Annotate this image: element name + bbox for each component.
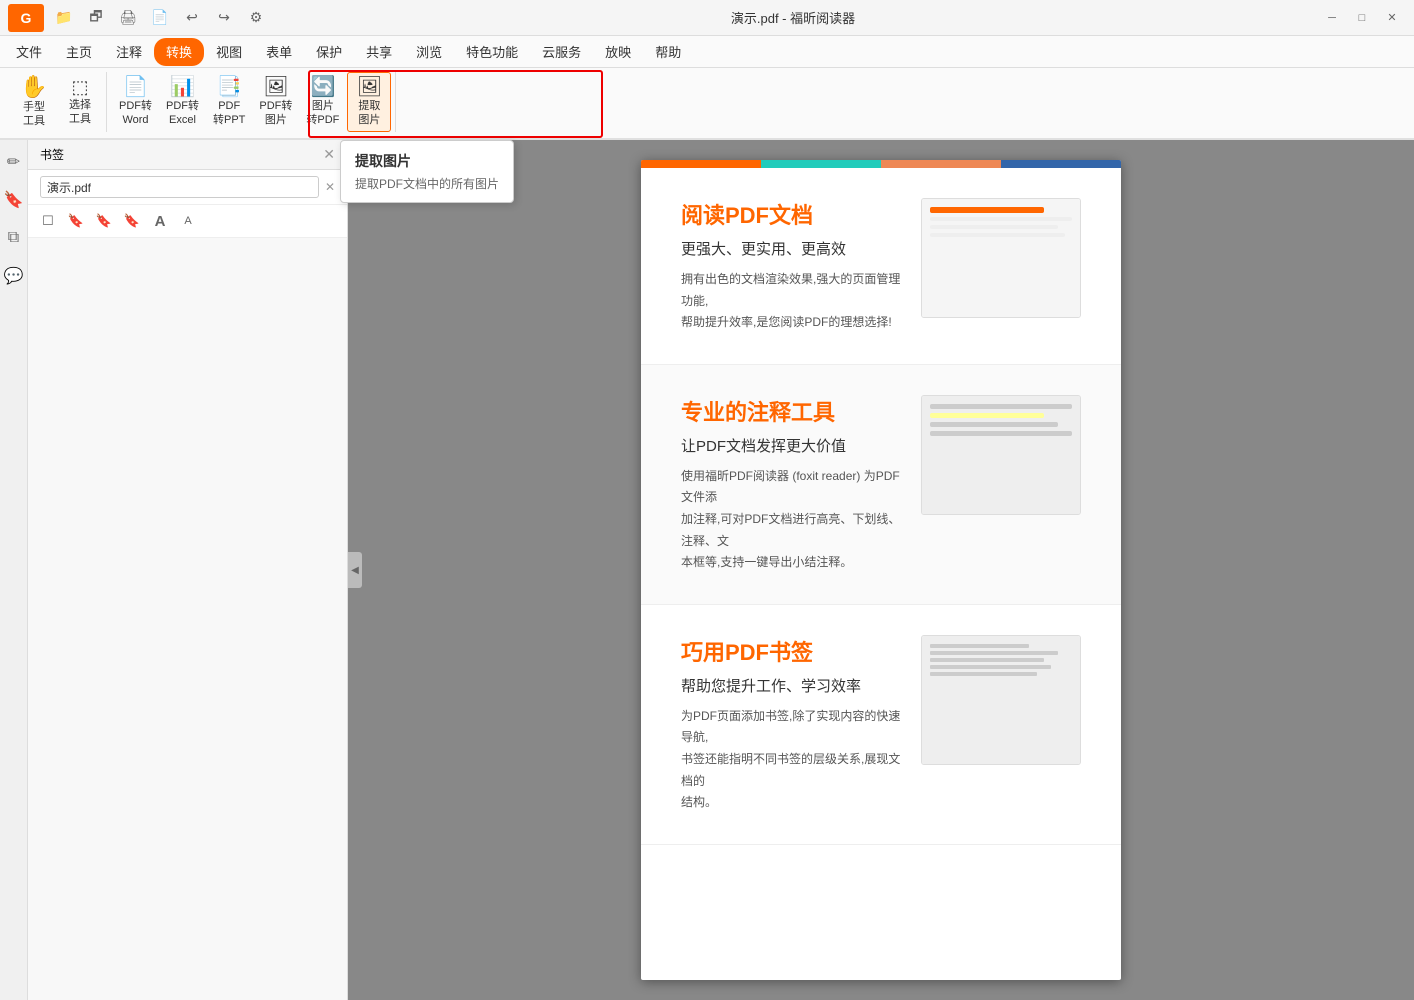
select-tool-label: 选择工具 (69, 99, 91, 125)
sidebar-close-button[interactable]: ✕ (323, 146, 335, 163)
redo-icon[interactable]: ↪ (212, 6, 236, 30)
pdf-to-image-button[interactable]: 🖼 PDF转图片 (253, 72, 298, 132)
menubar-item-表单[interactable]: 表单 (254, 38, 304, 66)
thumb-line (930, 225, 1058, 229)
pdf-preview: 阅读PDF文档 更强大、更实用、更高效 拥有出色的文档渲染效果,强大的页面管理功… (641, 160, 1121, 980)
sidebar-toolbar: ☐ 🔖 🔖 🔖 A A (28, 205, 347, 238)
pdf-word-icon: 📄 (123, 77, 148, 97)
filename-input[interactable] (40, 176, 319, 198)
sidebar-tab: 书签 ✕ (28, 140, 347, 170)
copy-icon[interactable]: ⧉ (2, 226, 26, 250)
menubar-item-浏览[interactable]: 浏览 (404, 38, 454, 66)
left-sidebar-icons: ✏ 🔖 ⧉ 💬 (0, 140, 28, 1000)
extract-image-icon: 🖼 (357, 77, 382, 97)
menubar-item-特色功能[interactable]: 特色功能 (454, 38, 530, 66)
undo-icon[interactable]: ↩ (180, 6, 204, 30)
app-logo: G (8, 4, 44, 32)
menubar-item-保护[interactable]: 保护 (304, 38, 354, 66)
thumb-line (930, 233, 1065, 237)
sidebar-content (28, 238, 347, 1000)
new-window-icon[interactable]: 🗗 (84, 6, 108, 30)
tooltip-description: 提取PDF文档中的所有图片 (355, 175, 499, 192)
menubar-item-注释[interactable]: 注释 (104, 38, 154, 66)
more-icon[interactable]: ⚙ (244, 6, 268, 30)
colorbar-blue (1001, 160, 1121, 168)
collapse-sidebar-button[interactable]: ◀ (348, 552, 362, 588)
sidebar-tab-label: 书签 (40, 146, 64, 163)
pdf-content-area: ◀ 阅读PDF文档 (348, 140, 1414, 1000)
new-doc-icon[interactable]: 📄 (148, 6, 172, 30)
file-close-icon[interactable]: ✕ (325, 180, 335, 194)
pdf-section-3: 巧用PDF书签 帮助您提升工作、学习效率 为PDF页面添加书签,除了实现内容的快… (641, 605, 1121, 845)
select-tool-button[interactable]: ⬚ 选择工具 (58, 72, 102, 132)
thumb-content-1 (922, 199, 1080, 317)
colorbar-pink (881, 160, 1001, 168)
menubar-item-文件[interactable]: 文件 (4, 38, 54, 66)
pdf-thumb-3 (921, 635, 1081, 765)
close-button[interactable]: ✕ (1378, 7, 1406, 29)
thumb-line (930, 207, 1044, 213)
pdf-section-1: 阅读PDF文档 更强大、更实用、更高效 拥有出色的文档渲染效果,强大的页面管理功… (641, 168, 1121, 365)
pdf-ppt-label: PDF转PPT (213, 100, 245, 126)
select-icon: ⬚ (71, 78, 88, 96)
pdf-to-excel-button[interactable]: 📊 PDF转Excel (160, 72, 205, 132)
hand-icon: ✋ (20, 76, 47, 98)
image-pdf-label: 图片转PDF (306, 100, 339, 126)
menubar-item-主页[interactable]: 主页 (54, 38, 104, 66)
extract-image-button[interactable]: 🖼 提取图片 (347, 72, 391, 132)
menubar-item-帮助[interactable]: 帮助 (643, 38, 693, 66)
image-to-pdf-button[interactable]: 🔄 图片转PDF (300, 72, 345, 132)
pdf-thumb-1 (921, 198, 1081, 318)
comment-icon[interactable]: 💬 (2, 264, 26, 288)
hand-tool-label: 手型工具 (23, 101, 45, 127)
pdf-image-icon: 🖼 (263, 77, 288, 97)
sidebar-file-row: ✕ (28, 170, 347, 205)
pdf-thumb-2 (921, 395, 1081, 515)
pdf-ppt-icon: 📑 (217, 77, 242, 97)
toolbar-group-convert: 📄 PDF转Word 📊 PDF转Excel 📑 PDF转PPT 🖼 PDF转图… (109, 72, 396, 132)
titlebar: G 📁 🗗 🖨 📄 ↩ ↪ ⚙ 演示.pdf - 福昕阅读器 ─ □ ✕ (0, 0, 1414, 36)
pdf-excel-icon: 📊 (170, 77, 195, 97)
tooltip-title: 提取图片 (355, 151, 499, 171)
sidebar-tool-bookmark1[interactable]: 🔖 (64, 209, 88, 233)
sidebar-tool-bookmark3[interactable]: 🔖 (120, 209, 144, 233)
thumb-line (930, 217, 1072, 221)
colorbar-teal (761, 160, 881, 168)
colorbar-orange (641, 160, 761, 168)
sidebar-panel: 书签 ✕ ✕ ☐ 🔖 🔖 🔖 A A (28, 140, 348, 1000)
open-folder-icon[interactable]: 📁 (52, 6, 76, 30)
pdf-image-label: PDF转图片 (259, 100, 292, 126)
pdf-section-2: 专业的注释工具 让PDF文档发挥更大价值 使用福昕PDF阅读器 (foxit r… (641, 365, 1121, 605)
pdf-to-ppt-button[interactable]: 📑 PDF转PPT (207, 72, 251, 132)
tooltip-popup: 提取图片 提取PDF文档中的所有图片 (340, 140, 514, 203)
toolbar: ✋ 手型工具 ⬚ 选择工具 📄 PDF转Word 📊 PDF转Excel 📑 P… (0, 68, 1414, 140)
sidebar-tool-fontA-small[interactable]: A (176, 209, 200, 233)
minimize-button[interactable]: ─ (1318, 7, 1346, 29)
bookmark-sidebar-icon[interactable]: 🔖 (2, 188, 26, 212)
pdf-to-word-button[interactable]: 📄 PDF转Word (113, 72, 158, 132)
pdf-excel-label: PDF转Excel (166, 100, 199, 126)
menubar: 文件主页注释转换视图表单保护共享浏览特色功能云服务放映帮助 (0, 36, 1414, 68)
window-title: 演示.pdf - 福昕阅读器 (276, 8, 1310, 27)
collapse-arrow: ◀ (351, 565, 359, 576)
pdf-word-label: PDF转Word (119, 100, 152, 126)
maximize-button[interactable]: □ (1348, 7, 1376, 29)
menubar-item-转换[interactable]: 转换 (154, 38, 204, 66)
window-controls: ─ □ ✕ (1318, 7, 1406, 29)
menubar-item-放映[interactable]: 放映 (593, 38, 643, 66)
toolbar-group-basic: ✋ 手型工具 ⬚ 选择工具 (8, 72, 107, 132)
image-pdf-icon: 🔄 (310, 77, 335, 97)
sidebar-tool-fontA-large[interactable]: A (148, 209, 172, 233)
pdf-top-colorbar (641, 160, 1121, 168)
edit-icon[interactable]: ✏ (2, 150, 26, 174)
menubar-item-共享[interactable]: 共享 (354, 38, 404, 66)
extract-image-label: 提取图片 (358, 100, 380, 126)
hand-tool-button[interactable]: ✋ 手型工具 (12, 72, 56, 132)
sidebar-tool-bookmark2[interactable]: 🔖 (92, 209, 116, 233)
menubar-item-云服务[interactable]: 云服务 (530, 38, 593, 66)
print-icon[interactable]: 🖨 (116, 6, 140, 30)
main-area: ✏ 🔖 ⧉ 💬 书签 ✕ ✕ ☐ 🔖 🔖 🔖 A A ◀ (0, 140, 1414, 1000)
menubar-item-视图[interactable]: 视图 (204, 38, 254, 66)
sidebar-tool-checkbox[interactable]: ☐ (36, 209, 60, 233)
